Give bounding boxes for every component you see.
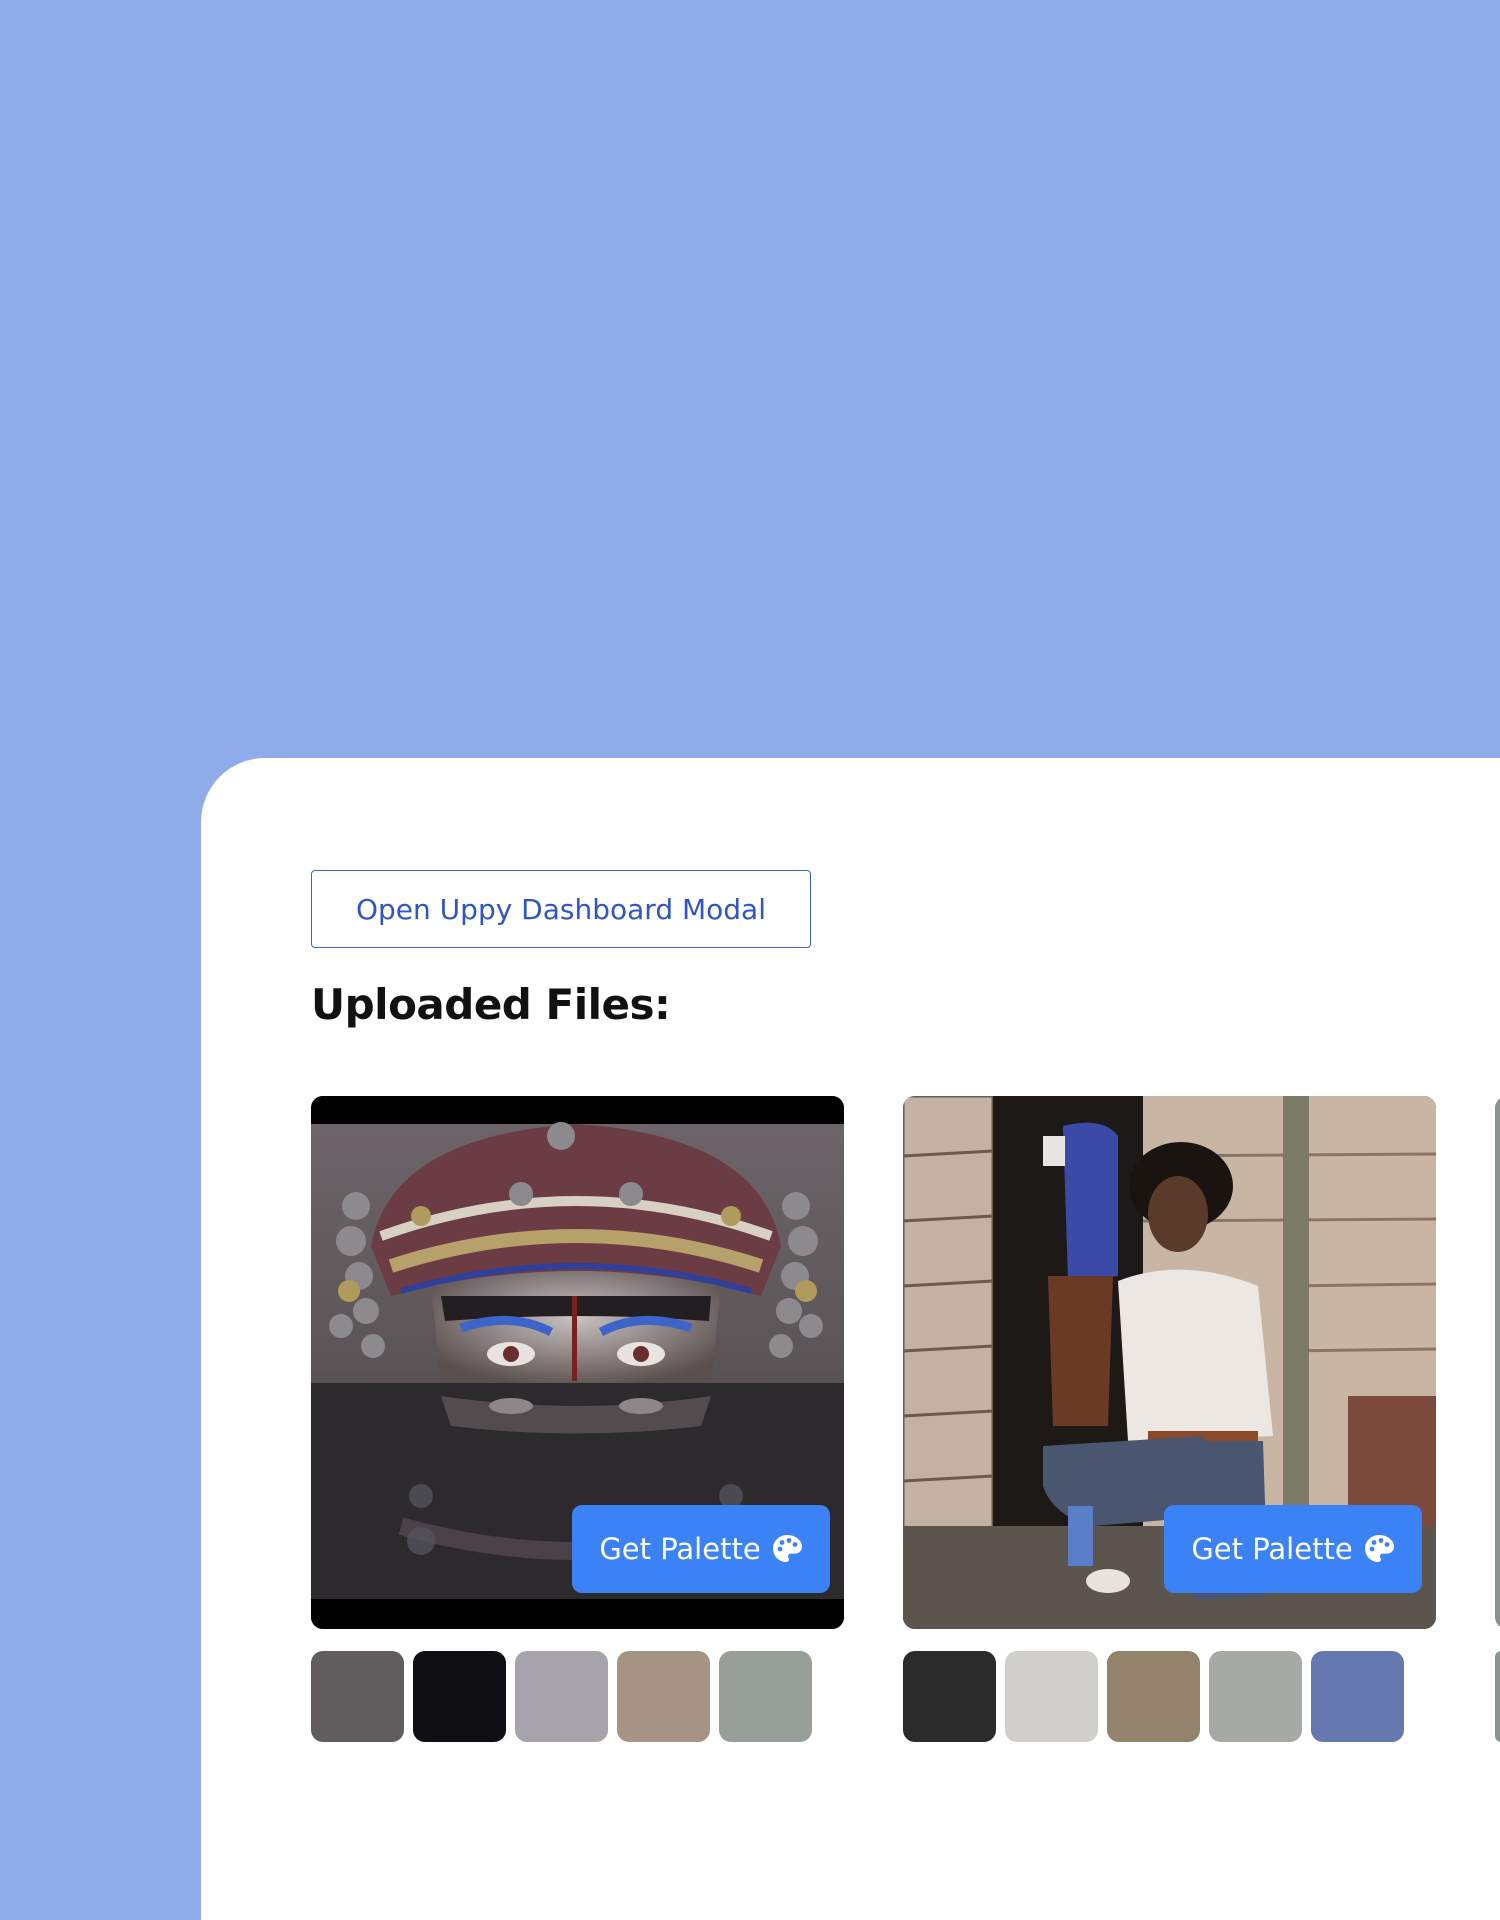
- uploaded-image-card: Get Palette: [311, 1096, 844, 1629]
- get-palette-label: Get Palette: [1191, 1532, 1353, 1566]
- palette-swatch[interactable]: [1495, 1651, 1500, 1742]
- palette-swatch[interactable]: [1107, 1651, 1200, 1742]
- color-palette: [903, 1651, 1404, 1742]
- palette-swatch[interactable]: [1311, 1651, 1404, 1742]
- get-palette-label: Get Palette: [599, 1532, 761, 1566]
- main-panel: Open Uppy Dashboard Modal Uploaded Files…: [201, 758, 1500, 1920]
- palette-swatch[interactable]: [515, 1651, 608, 1742]
- palette-swatch[interactable]: [903, 1651, 996, 1742]
- palette-swatch[interactable]: [311, 1651, 404, 1742]
- uploaded-files-heading: Uploaded Files:: [311, 980, 671, 1029]
- palette-icon: [1364, 1535, 1394, 1562]
- palette-swatch[interactable]: [1209, 1651, 1302, 1742]
- uploaded-image-card: Get Palette: [903, 1096, 1436, 1629]
- color-palette-partial: [1495, 1651, 1500, 1742]
- palette-swatch[interactable]: [413, 1651, 506, 1742]
- uploaded-image-card-partial: [1495, 1096, 1500, 1629]
- palette-swatch[interactable]: [617, 1651, 710, 1742]
- get-palette-button[interactable]: Get Palette: [1164, 1505, 1422, 1593]
- color-palette: [311, 1651, 812, 1742]
- palette-swatch[interactable]: [1005, 1651, 1098, 1742]
- palette-swatch[interactable]: [719, 1651, 812, 1742]
- get-palette-button[interactable]: Get Palette: [572, 1505, 830, 1593]
- open-uppy-dashboard-button[interactable]: Open Uppy Dashboard Modal: [311, 870, 811, 948]
- palette-icon: [772, 1535, 802, 1562]
